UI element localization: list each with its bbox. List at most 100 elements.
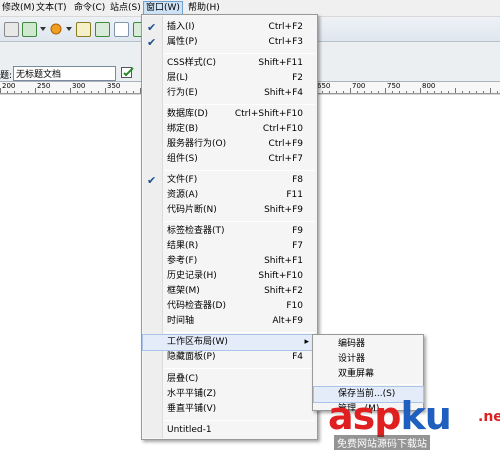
chevron-down-icon[interactable] [66,27,72,31]
menu-item-open-document[interactable]: Untitled-1 [143,423,317,438]
menu-item-shortcut: F8 [292,175,303,185]
menu-item-shortcut: F2 [292,73,303,83]
menu-item-tile-vertical[interactable]: 垂直平铺(V) [143,402,317,417]
menu-item-server-behaviors[interactable]: 服务器行为(O) Ctrl+F9 [143,137,317,152]
menu-item-cascade[interactable]: 层叠(C) [143,372,317,387]
menu-modify[interactable]: 修改(M) [0,2,37,16]
submenu-item-coder[interactable]: 编码器 [314,337,423,352]
menu-item-workspace-layout[interactable]: 工作区布局(W) ▸ [142,334,318,351]
ruler-tick [413,91,414,93]
ruler-tick [28,91,29,93]
submenu-item-dual-screen[interactable]: 双重屏幕 [314,367,423,382]
watermark: aspku .net 免费网站源码下载站 [328,395,500,455]
menu-item-behaviors[interactable]: 行为(E) Shift+F4 [143,86,317,101]
menu-separator [164,53,315,54]
chevron-down-icon[interactable] [40,27,46,31]
menu-item-label: 资源(A) [167,190,199,200]
ruler-tick [63,91,64,93]
menu-commands[interactable]: 命令(C) [72,2,107,16]
menu-separator [164,221,315,222]
ruler-tick [420,88,421,93]
menu-item-label: 工作区布局(W) [167,337,228,347]
menu-item-code-inspector[interactable]: 代码检查器(D) F10 [143,299,317,314]
ruler-tick [371,91,372,93]
ruler-tick [112,91,113,93]
menu-item-label: 层(L) [167,73,189,83]
menu-item-history[interactable]: 历史记录(H) Shift+F10 [143,269,317,284]
menu-item-shortcut: Ctrl+F7 [268,154,303,164]
page-icon[interactable] [114,22,129,37]
ruler-tick [497,91,498,93]
menu-item-shortcut: F4 [292,352,303,362]
menu-item-reference[interactable]: 参考(F) Shift+F1 [143,254,317,269]
menu-item-label: 文件(F) [167,175,198,185]
ruler-tick [98,91,99,93]
menu-separator [164,332,315,333]
menu-item-label: 层叠(C) [167,374,199,384]
ruler-tick [56,91,57,93]
ruler-tick [42,91,43,93]
submenu-item-label: 双重屏幕 [338,369,375,379]
menu-item-shortcut: Shift+F11 [258,58,303,68]
ruler-tick [105,88,106,93]
menu-item-tag-inspector[interactable]: 标签检查器(T) F9 [143,224,317,239]
ruler-tick [448,91,449,93]
menu-separator [335,384,421,385]
ruler-tick [476,91,477,93]
ruler-tick [14,91,15,93]
menu-item-shortcut: Ctrl+F3 [268,37,303,47]
menu-item-shortcut: F9 [292,226,303,236]
menu-item-label: 历史记录(H) [167,271,217,281]
menu-item-hide-panels[interactable]: 隐藏面板(P) F4 [143,350,317,365]
ruler-mark: 300 [72,82,86,90]
submenu-item-label: 设计器 [338,354,366,364]
submenu-item-designer[interactable]: 设计器 [314,352,423,367]
tree-icon[interactable] [49,22,64,37]
menu-item-label: 行为(E) [167,88,198,98]
ruler-mark: 250 [37,82,51,90]
menu-item-properties[interactable]: ✔ 属性(P) Ctrl+F3 [143,35,317,50]
menu-item-databases[interactable]: 数据库(D) Ctrl+Shift+F10 [143,107,317,122]
menu-item-label: Untitled-1 [167,425,212,435]
ruler-mark: 350 [107,82,121,90]
menu-item-assets[interactable]: 资源(A) F11 [143,188,317,203]
ruler-tick [350,88,351,93]
menu-item-timelines[interactable]: 时间轴 Alt+F9 [143,314,317,329]
menu-item-shortcut: Alt+F9 [272,316,303,326]
menu-item-frames[interactable]: 框架(M) Shift+F2 [143,284,317,299]
menu-separator [164,420,315,421]
menu-item-insert[interactable]: ✔ 插入(I) Ctrl+F2 [143,20,317,35]
menu-item-layers[interactable]: 层(L) F2 [143,71,317,86]
menu-item-shortcut: Ctrl+F9 [268,139,303,149]
menu-item-shortcut: Ctrl+Shift+F10 [234,109,303,119]
ruler-mark: 650 [317,82,331,90]
watermark-logo: aspku [328,395,452,437]
menu-item-label: 隐藏面板(P) [167,352,216,362]
ruler-tick [0,88,1,93]
checkmark-icon: ✔ [147,174,157,187]
menu-item-components[interactable]: 组件(S) Ctrl+F7 [143,152,317,167]
menu-item-tile-horizontal[interactable]: 水平平铺(Z) [143,387,317,402]
menu-item-label: 服务器行为(O) [167,139,227,149]
menu-item-files[interactable]: ✔ 文件(F) F8 [143,173,317,188]
toolbar-icon-1[interactable] [4,22,19,37]
menu-item-snippets[interactable]: 代码片断(N) Shift+F9 [143,203,317,218]
menu-item-results[interactable]: 结果(R) F7 [143,239,317,254]
monitor-icon[interactable] [22,22,37,37]
menu-separator [164,170,315,171]
menu-text[interactable]: 文本(T) [34,2,69,16]
menu-site[interactable]: 站点(S) [108,2,143,16]
menu-item-label: 代码片断(N) [167,205,217,215]
ruler-tick [434,91,435,93]
check-page-icon[interactable] [121,67,135,82]
menu-item-css-styles[interactable]: CSS样式(C) Shift+F11 [143,56,317,71]
menu-item-bindings[interactable]: 绑定(B) Ctrl+F10 [143,122,317,137]
ruler-tick [455,88,456,93]
watermark-suffix: .net [478,409,500,425]
calendar-icon[interactable] [76,22,91,37]
template-icon[interactable] [95,22,110,37]
ruler-tick [357,91,358,93]
document-title-input[interactable] [13,66,116,81]
ruler-tick [21,91,22,93]
menu-item-shortcut: F7 [292,241,303,251]
